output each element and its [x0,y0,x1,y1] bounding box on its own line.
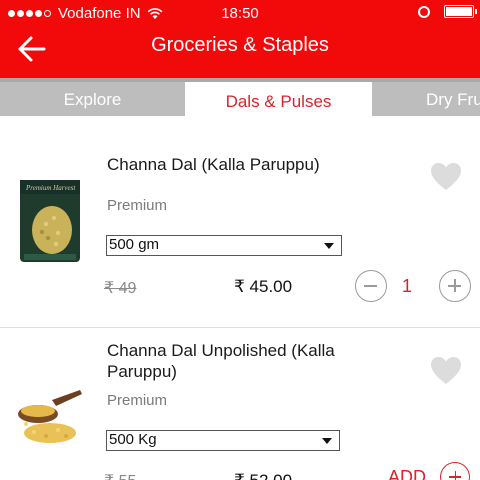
app-header: Vodafone IN 18:50 Groceries & Staples [0,0,480,78]
add-to-cart-button[interactable]: ADD [388,467,426,480]
mrp-price: ₹ 55 [104,471,136,480]
battery-fill [446,7,472,16]
dropdown-caret-icon [322,438,332,444]
quantity-value: 1 [402,276,413,296]
product-item: Premium Harvest Channa Dal (Kalla Parupp… [0,116,480,328]
status-right [418,5,477,18]
selling-price: ₹ 45.00 [234,277,293,296]
product-name[interactable]: Channa Dal Unpolished (Kalla Paruppu) [107,340,367,382]
heart-icon[interactable] [430,162,462,192]
tab-explore[interactable]: Explore [0,82,185,116]
variant-dropdown[interactable]: 500 Kg [106,430,340,451]
product-grade: Premium [107,392,168,409]
product-name[interactable]: Channa Dal (Kalla Paruppu) [107,154,407,175]
category-tabs: Explore Dals & Pulses Dry Fru [0,78,480,116]
product-image[interactable] [12,388,84,450]
pack-brand-text: Premium Harvest [25,184,76,192]
tab-dals-pulses[interactable]: Dals & Pulses [185,82,372,116]
increment-button[interactable] [439,270,471,302]
tab-dry-fruits[interactable]: Dry Fru [426,82,480,116]
nav-bar: Groceries & Staples [0,28,480,78]
battery-icon [444,5,477,18]
selling-price: ₹ 52.00 [234,471,292,480]
decrement-button[interactable] [355,270,387,302]
variant-value: 500 gm [109,236,160,253]
mrp-price: ₹ 49 [104,280,137,297]
product-item: Channa Dal Unpolished (Kalla Paruppu) Pr… [0,328,480,480]
add-label: ADD [388,467,427,480]
product-image[interactable]: Premium Harvest [18,178,82,264]
clock: 18:50 [221,5,259,22]
status-bar: Vodafone IN 18:50 [0,0,480,28]
page-title: Groceries & Staples [151,34,329,56]
add-plus-icon[interactable] [440,462,470,480]
heart-icon[interactable] [430,356,462,386]
variant-value: 500 Kg [109,431,157,448]
dropdown-caret-icon [324,243,334,249]
variant-dropdown[interactable]: 500 gm [106,235,342,256]
rotation-lock-icon [418,5,430,18]
product-grade: Premium [107,197,168,214]
